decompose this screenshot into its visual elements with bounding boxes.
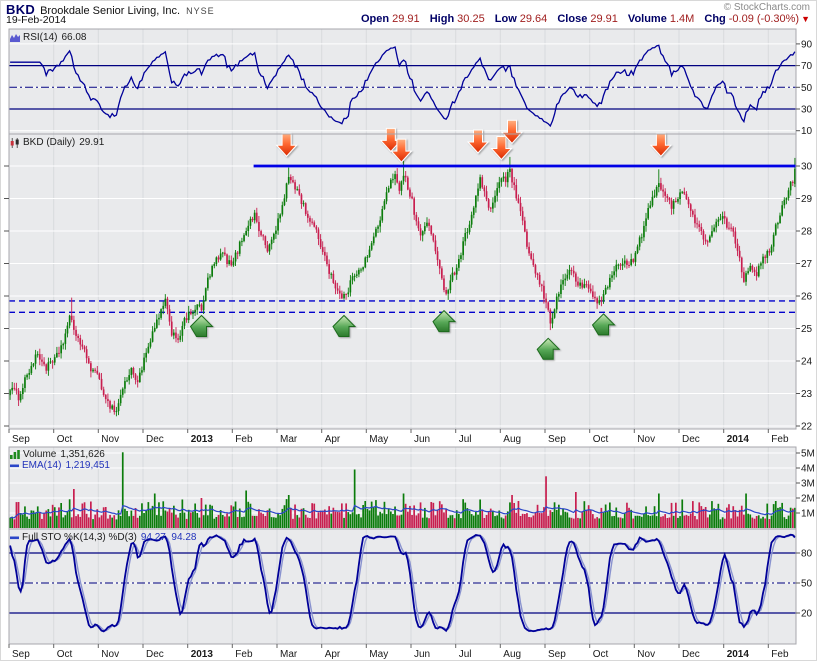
svg-text:90: 90 (801, 39, 813, 50)
svg-text:Nov: Nov (637, 649, 655, 660)
svg-text:Mar: Mar (280, 434, 298, 445)
svg-text:Sep: Sep (12, 649, 30, 660)
svg-text:20: 20 (801, 609, 813, 620)
svg-text:Sep: Sep (12, 434, 30, 445)
low-value: 29.64 (519, 13, 548, 25)
svg-text:Feb: Feb (235, 649, 253, 660)
svg-text:Apr: Apr (325, 649, 341, 660)
volume-pane-value: 1,351,626 (60, 449, 105, 460)
svg-text:24: 24 (801, 357, 813, 368)
ema-pane-label: EMA(14) 1,219,451 (10, 460, 110, 471)
svg-text:5M: 5M (801, 449, 815, 460)
svg-text:Feb: Feb (771, 649, 789, 660)
sto-label: Full STO %K(14,3) %D(3) (22, 532, 137, 543)
svg-text:Feb: Feb (235, 434, 253, 445)
svg-text:2014: 2014 (727, 434, 750, 445)
svg-text:Sep: Sep (548, 649, 566, 660)
stockcharts-chart: 30 29 28 27 26 25 24 23 22 90 70 50 30 10 5M 4M 3M 2M 1M 80… (0, 0, 817, 661)
svg-text:Dec: Dec (146, 434, 164, 445)
svg-text:25: 25 (801, 324, 813, 335)
svg-text:4M: 4M (801, 464, 815, 475)
svg-text:Sep: Sep (548, 434, 566, 445)
sto-pane-label: Full STO %K(14,3) %D(3) 94.27, 94.28 (10, 532, 196, 543)
volume-label: Volume (627, 13, 667, 25)
svg-text:Apr: Apr (325, 434, 341, 445)
price-pane-title: BKD (Daily) (23, 137, 76, 148)
copyright-notice: © StockCharts.com (723, 2, 810, 13)
low-label: Low (494, 13, 517, 25)
svg-text:28: 28 (801, 227, 813, 238)
svg-text:Nov: Nov (101, 649, 119, 660)
svg-text:Dec: Dec (682, 434, 700, 445)
svg-text:22: 22 (801, 422, 813, 433)
chg-value: -0.09 (-0.30%) (728, 13, 800, 25)
rsi-indicator-icon (10, 34, 20, 42)
svg-text:Jun: Jun (414, 434, 430, 445)
svg-text:Oct: Oct (57, 434, 73, 445)
svg-text:Jul: Jul (459, 649, 472, 660)
sto-value: 94.27, 94.28 (140, 532, 197, 543)
chg-down-triangle-icon: ▼ (801, 14, 810, 24)
chart-header: BKD Brookdale Senior Living, Inc. NYSE (6, 1, 215, 17)
ema-line-icon (10, 464, 19, 467)
candlestick-icon (10, 137, 19, 148)
svg-text:50: 50 (801, 83, 813, 94)
sto-line-icon (10, 536, 19, 539)
close-label: Close (557, 13, 588, 25)
volume-pane-label: Volume 1,351,626 (10, 449, 105, 460)
rsi-label: RSI(14) (23, 32, 58, 43)
svg-text:3M: 3M (801, 479, 815, 490)
svg-text:Oct: Oct (593, 434, 609, 445)
svg-text:Jun: Jun (414, 649, 430, 660)
rsi-value: 66.08 (61, 32, 87, 43)
svg-text:Oct: Oct (57, 649, 73, 660)
svg-text:Aug: Aug (503, 649, 521, 660)
svg-text:30: 30 (801, 105, 813, 116)
svg-text:1M: 1M (801, 509, 815, 520)
svg-text:Dec: Dec (146, 649, 164, 660)
svg-text:Feb: Feb (771, 434, 789, 445)
chg-label: Chg (704, 13, 726, 25)
high-value: 30.25 (457, 13, 485, 25)
svg-text:50: 50 (801, 579, 813, 590)
volume-value: 1.4M (669, 13, 695, 25)
ema-value: 1,219,451 (65, 460, 110, 471)
high-label: High (429, 13, 455, 25)
svg-text:Dec: Dec (682, 649, 700, 660)
svg-text:23: 23 (801, 389, 813, 400)
open-label: Open (361, 13, 390, 25)
close-value: 29.91 (590, 13, 618, 25)
quote-summary: Open 29.91 High 30.25 Low 29.64 Close 29.91 … (354, 13, 810, 25)
svg-text:80: 80 (801, 549, 813, 560)
ema-label: EMA(14) (22, 460, 62, 471)
price-pane-value: 29.91 (79, 137, 105, 148)
svg-text:2M: 2M (801, 494, 815, 505)
svg-text:2013: 2013 (191, 649, 214, 660)
svg-text:27: 27 (801, 259, 813, 270)
svg-text:2013: 2013 (191, 434, 214, 445)
svg-text:Jul: Jul (459, 434, 472, 445)
svg-text:26: 26 (801, 292, 813, 303)
svg-text:Aug: Aug (503, 434, 521, 445)
svg-text:10: 10 (801, 126, 813, 137)
svg-text:May: May (369, 649, 388, 660)
svg-text:Mar: Mar (280, 649, 298, 660)
svg-text:2014: 2014 (727, 649, 750, 660)
svg-text:29: 29 (801, 194, 813, 205)
volume-bars-icon (10, 450, 20, 459)
chart-canvas: 30 29 28 27 26 25 24 23 22 90 70 50 30 10 5M 4M 3M 2M 1M 80… (4, 28, 815, 660)
open-value: 29.91 (392, 13, 420, 25)
chart-date: 19-Feb-2014 (6, 14, 67, 26)
svg-text:30: 30 (801, 162, 813, 173)
rsi-pane-label: RSI(14) 66.08 (10, 32, 86, 43)
price-pane-label: BKD (Daily) 29.91 (10, 137, 104, 148)
volume-pane-title: Volume (23, 449, 57, 460)
svg-text:Nov: Nov (637, 434, 655, 445)
svg-text:70: 70 (801, 61, 813, 72)
svg-text:Oct: Oct (593, 649, 609, 660)
svg-text:Nov: Nov (101, 434, 119, 445)
exchange-name: NYSE (186, 6, 215, 16)
svg-text:May: May (369, 434, 388, 445)
